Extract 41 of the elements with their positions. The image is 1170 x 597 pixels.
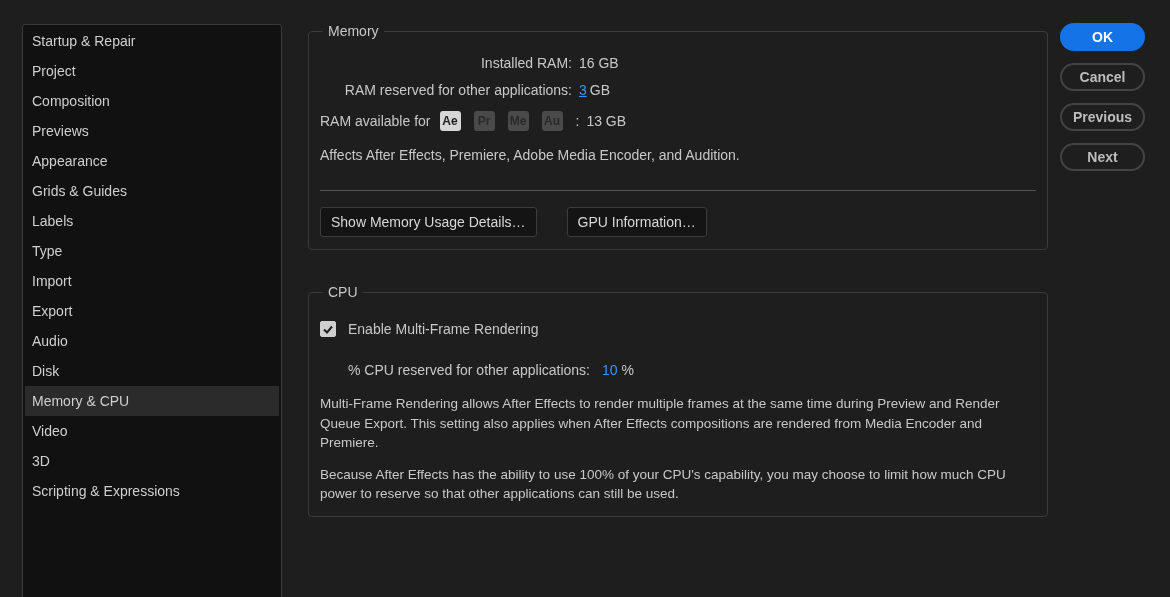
action-button[interactable]: GPU Information… <box>566 207 707 237</box>
app-badge: Ae <box>439 111 461 131</box>
sidebar-item[interactable]: Import <box>25 266 279 296</box>
description-text: Because After Effects has the ability to use 100% of your CPU's capability, you may choose to limit how much CPU power to reserve so that other applications can still be used. <box>320 465 1007 503</box>
sidebar-item[interactable]: Composition <box>25 86 279 116</box>
dialog-button[interactable]: Previous <box>1060 103 1145 131</box>
unit-label: % <box>621 362 635 378</box>
separator-label: : <box>575 113 580 129</box>
unit-label: GB <box>589 81 611 98</box>
field-label: RAM reserved for other applications: <box>343 81 572 98</box>
sidebar-item[interactable]: Memory & CPU <box>25 386 279 416</box>
value-input[interactable]: 3 <box>579 81 587 98</box>
note-text: Affects After Effects, Premiere, Adobe Media Encoder, and Audition. <box>320 147 741 165</box>
sidebar-item[interactable]: 3D <box>25 446 279 476</box>
sidebar-item[interactable]: Grids & Guides <box>25 176 279 206</box>
sidebar-item[interactable]: Project <box>25 56 279 86</box>
sidebar-item[interactable]: Appearance <box>25 146 279 176</box>
sidebar-item[interactable]: Audio <box>25 326 279 356</box>
dialog-button[interactable]: Next <box>1060 143 1145 171</box>
sidebar-item[interactable]: Startup & Repair <box>25 26 279 56</box>
field-label: Installed RAM: <box>479 54 572 71</box>
section-title: Memory <box>327 23 380 39</box>
value-input[interactable]: 10 <box>602 362 618 378</box>
sidebar-item[interactable]: Disk <box>25 356 279 386</box>
dialog-button[interactable]: Cancel <box>1060 63 1145 91</box>
sidebar-item[interactable]: Export <box>25 296 279 326</box>
sidebar-item[interactable]: Video <box>25 416 279 446</box>
field-value: 16 GB <box>579 54 619 71</box>
checkbox-label: Enable Multi-Frame Rendering <box>348 321 539 337</box>
action-button[interactable]: Show Memory Usage Details… <box>320 207 537 237</box>
sidebar-item[interactable]: Scripting & Expressions <box>25 476 279 506</box>
sidebar-item[interactable]: Labels <box>25 206 279 236</box>
ok-button[interactable]: OK <box>1060 23 1145 51</box>
description-text: Multi-Frame Rendering allows After Effects to render multiple frames at the same time during Preview and Render Queue Export. This setting also applies when After Effects compositions are rendered from Media Encoder and Premiere. <box>320 395 1001 452</box>
sidebar-item[interactable]: Type <box>25 236 279 266</box>
sidebar-item[interactable]: Previews <box>25 116 279 146</box>
field-label: % CPU reserved for other applications: <box>348 362 590 378</box>
field-value: 13 GB <box>586 113 627 129</box>
checkbox[interactable] <box>320 321 336 337</box>
field-label: RAM available for <box>320 113 431 129</box>
section-title: CPU <box>327 284 359 300</box>
